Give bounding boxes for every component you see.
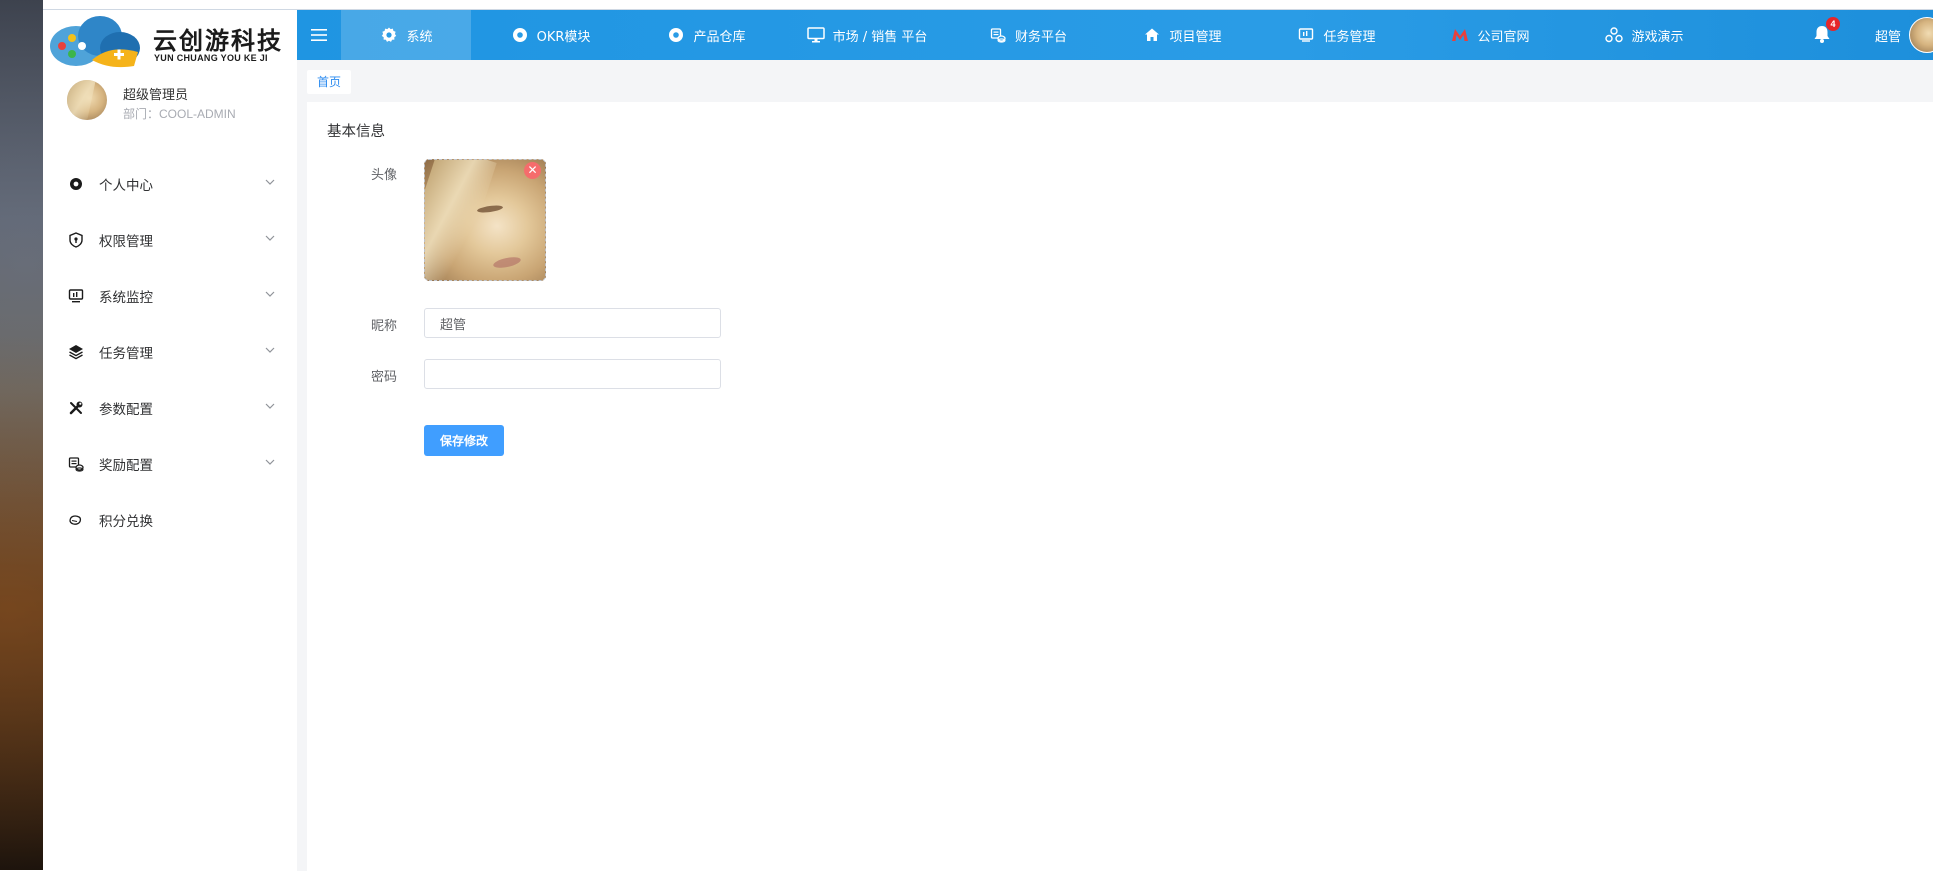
gear-icon	[379, 25, 399, 45]
record-icon	[510, 25, 530, 45]
sidebar-menu: 个人中心 权限管理 系统监控 任务管理 参数配置 奖励配置 积分兑换	[43, 156, 297, 548]
chevron-down-icon	[265, 235, 275, 241]
topnav-item-market-sales[interactable]: 市场 / 销售 平台	[783, 10, 950, 60]
menu-toggle-icon[interactable]	[297, 10, 341, 60]
sidebar-item-label: 系统监控	[99, 290, 153, 306]
shield-icon	[67, 231, 85, 249]
sidebar-item-task-management[interactable]: 任务管理	[43, 324, 297, 380]
avatar-label: 头像	[370, 168, 397, 183]
avatar	[67, 80, 107, 120]
topnav-item-label: 系统	[406, 29, 433, 45]
leaf-icon	[67, 511, 85, 529]
sidebar: 云创游科技 YUN CHUANG YOU KE JI 超级管理员 部门：COOL…	[43, 10, 298, 871]
topnav-item-label: 游戏演示	[1631, 29, 1684, 45]
sidebar-item-points-exchange[interactable]: 积分兑换	[43, 492, 297, 548]
topnav-item-product-repo[interactable]: 产品仓库	[629, 10, 783, 60]
record-icon	[666, 25, 686, 45]
password-field[interactable]	[424, 359, 721, 389]
sidebar-item-system-monitor[interactable]: 系统监控	[43, 268, 297, 324]
record-icon	[67, 175, 85, 193]
topnav-item-label: 财务平台	[1014, 29, 1067, 45]
sidebar-item-permissions[interactable]: 权限管理	[43, 212, 297, 268]
topnav-item-finance[interactable]: 财务平台	[950, 10, 1105, 60]
topnav-item-system[interactable]: 系统	[341, 10, 471, 60]
brand-name: 云创游科技	[153, 27, 283, 55]
profile-card: 基本信息 头像 ✕ 昵称 密码 保存修改	[307, 102, 1933, 871]
section-title: 基本信息	[327, 124, 385, 140]
user-profile-summary[interactable]: 超级管理员 部门：COOL-ADMIN	[67, 80, 287, 124]
topnav-item-label: 公司官网	[1477, 29, 1530, 45]
chevron-down-icon	[265, 403, 275, 409]
chevron-down-icon	[265, 459, 275, 465]
tools-icon	[67, 399, 85, 417]
topnav-item-task-management[interactable]: 任务管理	[1259, 10, 1413, 60]
avatar[interactable]	[1909, 17, 1933, 53]
remove-avatar-icon[interactable]: ✕	[524, 162, 541, 179]
cloud-logo-icon	[50, 16, 140, 68]
user-department: 部门：COOL-ADMIN	[123, 107, 236, 121]
sidebar-item-label: 积分兑换	[99, 514, 153, 530]
desktop-background	[0, 0, 43, 870]
current-username[interactable]: 超管	[1875, 26, 1901, 45]
sidebar-item-rewards[interactable]: 奖励配置	[43, 436, 297, 492]
coins-icon	[988, 25, 1008, 45]
topnav-item-company-website[interactable]: 公司官网	[1413, 10, 1567, 60]
monitor-icon	[67, 287, 85, 305]
save-button[interactable]: 保存修改	[424, 425, 504, 456]
admin-app: 云创游科技 YUN CHUANG YOU KE JI 超级管理员 部门：COOL…	[43, 9, 1933, 871]
sidebar-item-label: 奖励配置	[99, 458, 153, 474]
chevron-down-icon	[265, 347, 275, 353]
sidebar-item-label: 任务管理	[99, 346, 153, 362]
user-name: 超级管理员	[123, 88, 189, 103]
sidebar-item-parameters[interactable]: 参数配置	[43, 380, 297, 436]
topnav-item-game-demo[interactable]: 游戏演示	[1567, 10, 1721, 60]
coins-icon	[67, 455, 85, 473]
password-label: 密码	[370, 370, 397, 385]
topnav-item-label: 产品仓库	[693, 29, 746, 45]
topnav-item-label: 项目管理	[1169, 29, 1222, 45]
home-icon	[1142, 25, 1162, 45]
sidebar-item-label: 参数配置	[99, 402, 153, 418]
cluster-icon	[1604, 25, 1624, 45]
board-icon	[1296, 25, 1316, 45]
brand-name-en: YUN CHUANG YOU KE JI	[154, 53, 268, 63]
chevron-down-icon	[265, 291, 275, 297]
layers-icon	[67, 343, 85, 361]
breadcrumb-home-tab[interactable]: 首页	[307, 70, 352, 94]
topnav-item-label: 市场 / 销售 平台	[832, 29, 928, 45]
notification-bell-icon[interactable]: 4	[1811, 17, 1840, 47]
chevron-down-icon	[265, 179, 275, 185]
desktop-icon	[806, 25, 826, 45]
sidebar-item-label: 权限管理	[99, 234, 153, 250]
brand-logo[interactable]: 云创游科技 YUN CHUANG YOU KE JI	[48, 12, 298, 70]
sidebar-item-personal-center[interactable]: 个人中心	[43, 156, 297, 212]
main-content: 首页 基本信息 头像 ✕ 昵称 密码 保存修改	[297, 60, 1933, 871]
nickname-label: 昵称	[370, 319, 397, 334]
topnav-item-label: OKR模块	[536, 29, 591, 45]
topnav-item-okr[interactable]: OKR模块	[471, 10, 629, 60]
nickname-field[interactable]	[424, 308, 721, 338]
sidebar-item-label: 个人中心	[99, 178, 153, 194]
topnav-item-label: 任务管理	[1323, 29, 1376, 45]
notification-count-badge: 4	[1825, 17, 1840, 31]
topnav-item-project-management[interactable]: 项目管理	[1105, 10, 1259, 60]
topbar-user-area: 4 超管	[1811, 10, 1933, 60]
m-logo-icon	[1450, 25, 1470, 45]
top-navigation-bar: 系统 OKR模块 产品仓库 市场 / 销售 平台 财务平台 项目管理 任务管理 …	[297, 10, 1933, 60]
